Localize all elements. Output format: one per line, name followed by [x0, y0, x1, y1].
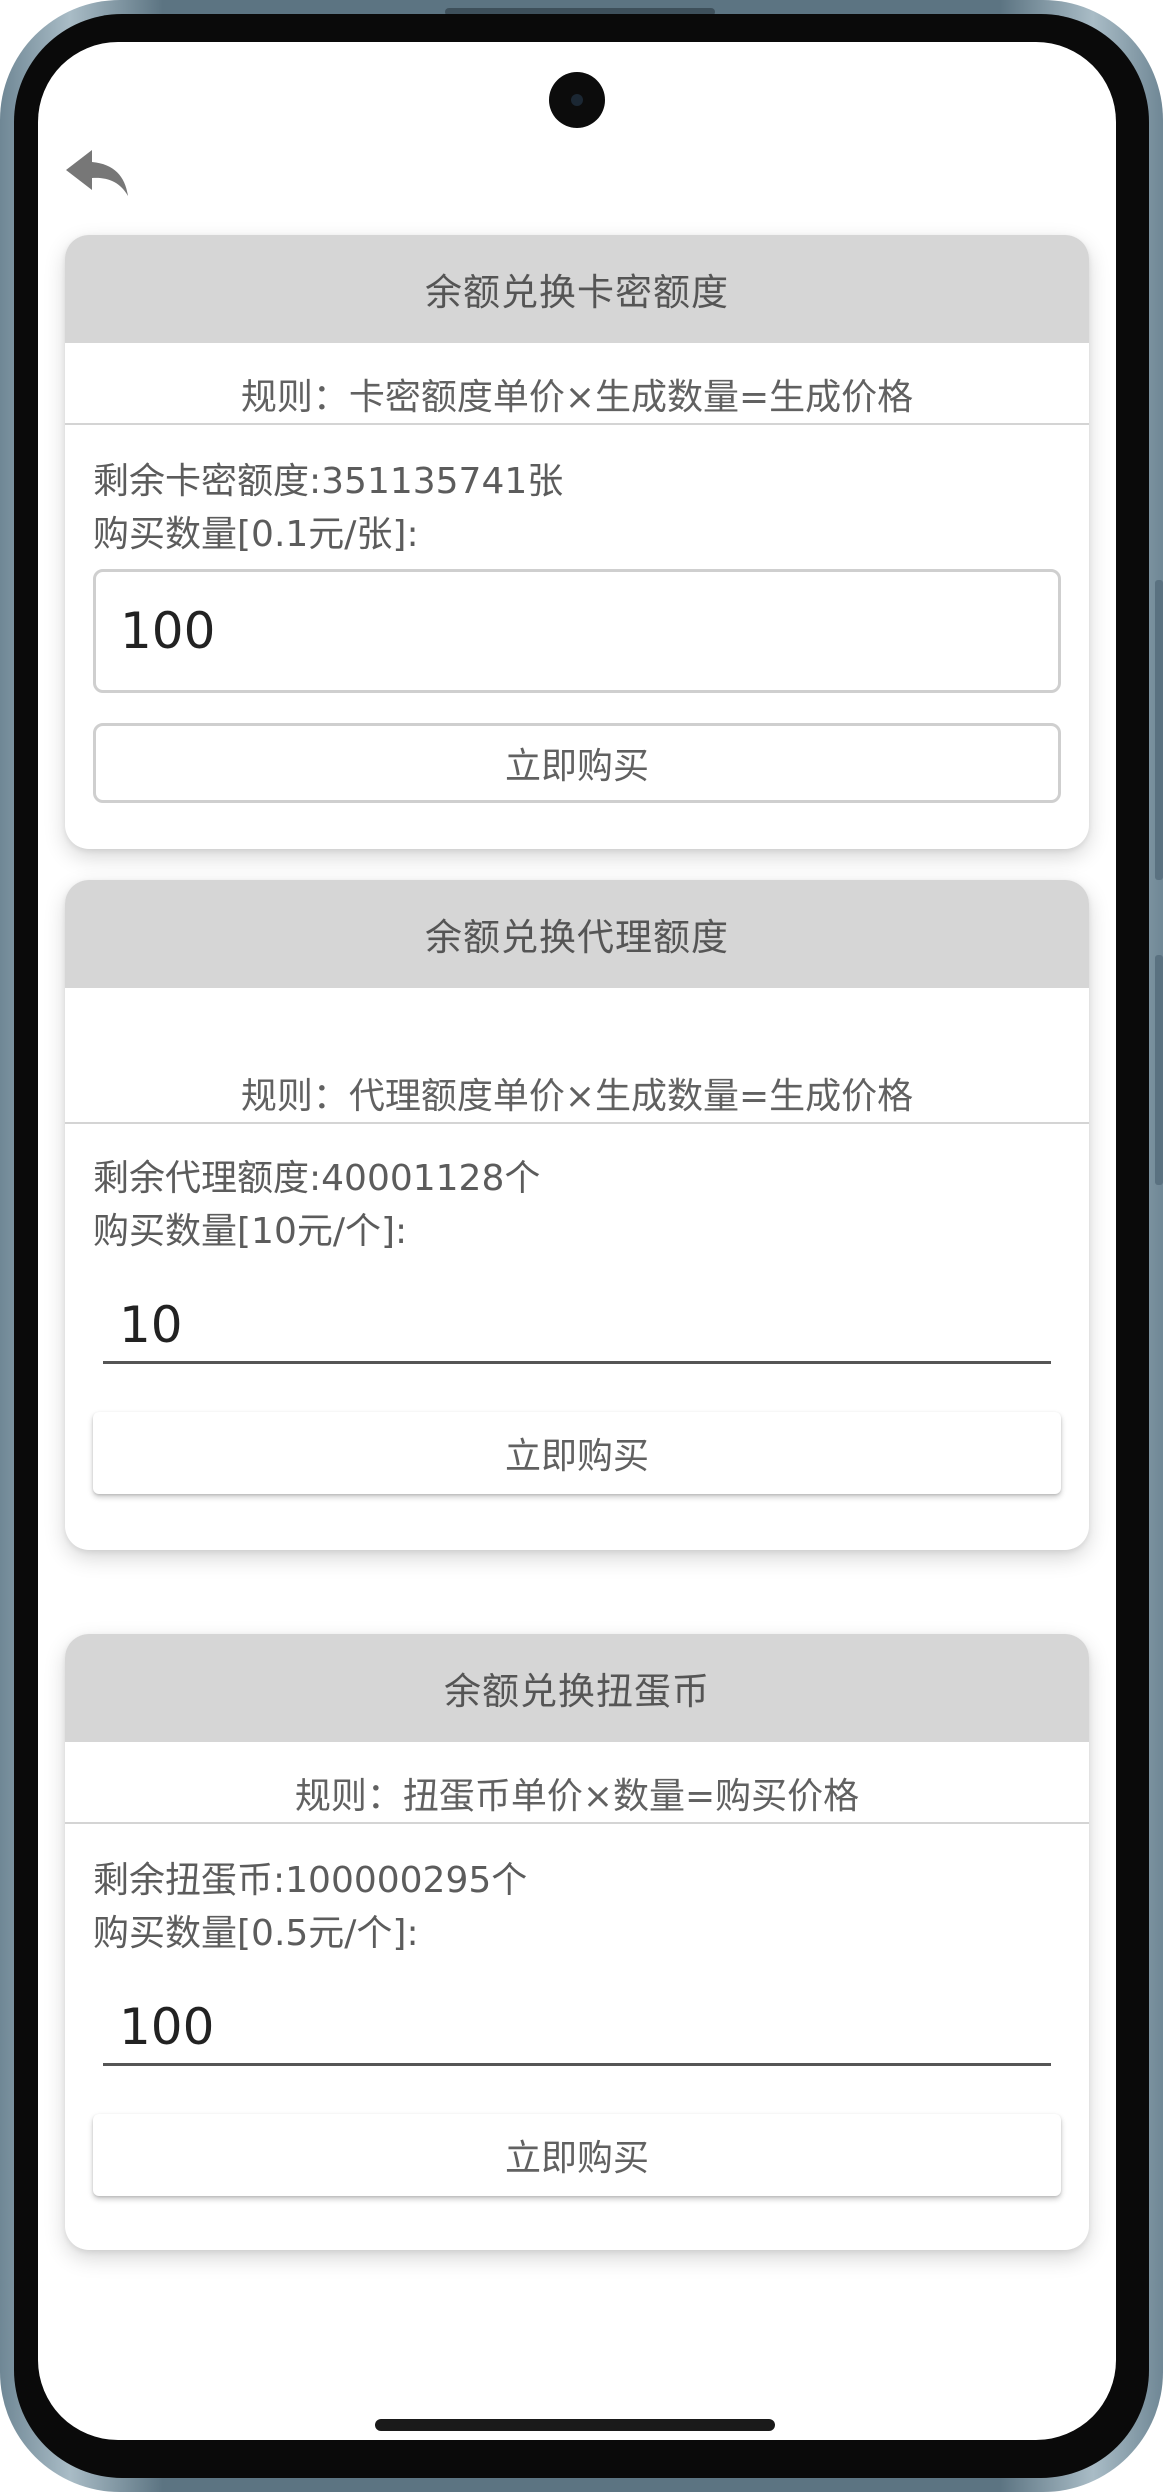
rule-text: 规则：代理额度单价×生成数量=生成价格 — [65, 988, 1089, 1124]
phone-frame: 余额兑换卡密额度 规则：卡密额度单价×生成数量=生成价格 剩余卡密额度:3511… — [0, 0, 1163, 2492]
quantity-label: 购买数量[10元/个]: — [93, 1211, 408, 1252]
card-body: 剩余代理额度:40001128个 购买数量[10元/个]: 10 立即购买 — [65, 1124, 1089, 1494]
quantity-label: 购买数量[0.5元/个]: — [93, 1913, 419, 1954]
card-body: 剩余卡密额度:351135741张 购买数量[0.1元/张]: 100 立即购买 — [65, 425, 1089, 803]
card-gacha-coins: 余额兑换扭蛋币 规则：扭蛋币单价×数量=购买价格 剩余扭蛋币:100000295… — [65, 1634, 1089, 2250]
card-agent-quota: 余额兑换代理额度 规则：代理额度单价×生成数量=生成价格 剩余代理额度:4000… — [65, 880, 1089, 1550]
rule-text: 规则：卡密额度单价×生成数量=生成价格 — [65, 343, 1089, 425]
quantity-input[interactable]: 100 — [103, 1990, 1051, 2066]
power-button — [1155, 955, 1163, 1185]
buy-now-button[interactable]: 立即购买 — [93, 723, 1061, 803]
buy-now-button[interactable]: 立即购买 — [93, 2114, 1061, 2196]
card-card-key-quota: 余额兑换卡密额度 规则：卡密额度单价×生成数量=生成价格 剩余卡密额度:3511… — [65, 235, 1089, 849]
remaining-quota: 剩余代理额度:40001128个 — [93, 1158, 541, 1199]
volume-button — [1155, 580, 1163, 880]
back-button[interactable] — [62, 144, 130, 200]
card-body: 剩余扭蛋币:100000295个 购买数量[0.5元/个]: 100 立即购买 — [65, 1824, 1089, 2196]
card-title: 余额兑换代理额度 — [65, 880, 1089, 988]
remaining-quota: 剩余卡密额度:351135741张 — [93, 461, 564, 502]
quantity-input[interactable]: 10 — [103, 1288, 1051, 1364]
app-screen: 余额兑换卡密额度 规则：卡密额度单价×生成数量=生成价格 剩余卡密额度:3511… — [38, 42, 1116, 2440]
quantity-label: 购买数量[0.1元/张]: — [93, 514, 419, 555]
remaining-quota: 剩余扭蛋币:100000295个 — [93, 1860, 528, 1901]
buy-now-button[interactable]: 立即购买 — [93, 1412, 1061, 1494]
rule-text: 规则：扭蛋币单价×数量=购买价格 — [65, 1742, 1089, 1824]
quantity-input[interactable]: 100 — [93, 569, 1061, 693]
back-arrow-icon — [66, 150, 128, 196]
card-title: 余额兑换扭蛋币 — [65, 1634, 1089, 1742]
front-camera — [549, 72, 605, 128]
home-indicator[interactable] — [375, 2419, 775, 2431]
card-title: 余额兑换卡密额度 — [65, 235, 1089, 343]
